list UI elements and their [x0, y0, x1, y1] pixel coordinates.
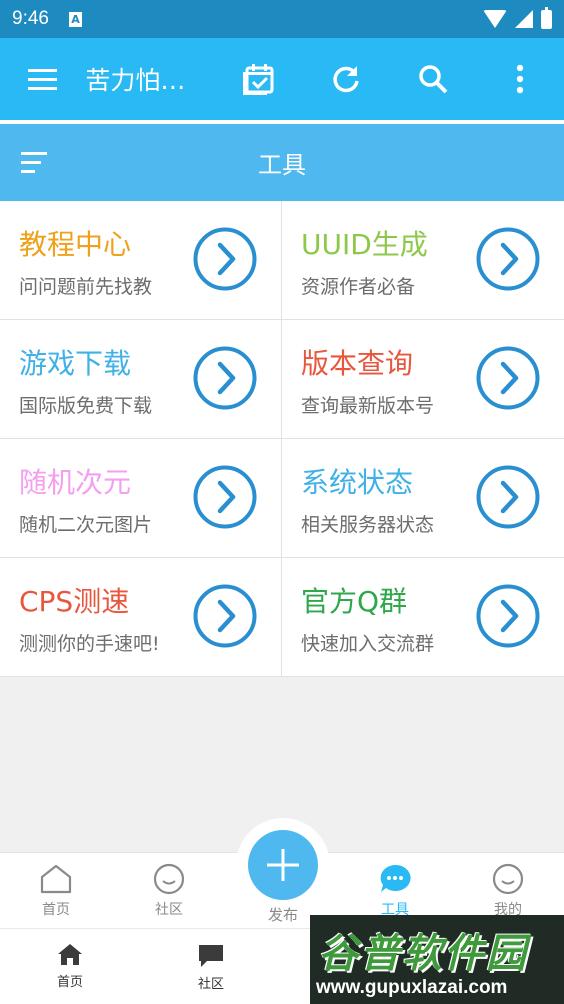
comment-filled-icon [199, 945, 223, 967]
tools-row: 游戏下载 国际版免费下载 版本查询 查询最新版本号 [0, 320, 564, 439]
more-options-button[interactable] [477, 38, 564, 120]
tool-card-uuid[interactable]: UUID生成 资源作者必备 [282, 201, 564, 319]
notification-icon: A [68, 11, 82, 27]
app-bar: 苦力怕… [0, 38, 564, 120]
nav-home[interactable]: 首页 [0, 853, 112, 929]
publish-button[interactable] [248, 830, 318, 900]
chevron-right-circle-icon[interactable] [193, 584, 257, 648]
tool-card-system-status[interactable]: 系统状态 相关服务器状态 [282, 439, 564, 557]
secondary-nav-home[interactable]: 首页 [0, 929, 140, 1004]
tool-title: 系统状态 [301, 466, 414, 499]
calendar-check-icon [243, 64, 274, 95]
status-time: 9:46 [12, 8, 49, 29]
refresh-button[interactable] [302, 38, 389, 120]
tool-card-official-qq-group[interactable]: 官方Q群 快速加入交流群 [282, 558, 564, 676]
menu-icon[interactable] [0, 38, 85, 120]
chevron-right-circle-icon[interactable] [193, 227, 257, 291]
profile-face-icon [492, 863, 524, 895]
tool-title: 随机次元 [19, 466, 132, 499]
tool-title: 官方Q群 [301, 585, 408, 618]
tools-grid: 教程中心 问问题前先找教 UUID生成 资源作者必备 游戏下载 国际版免费下载 … [0, 201, 564, 677]
chevron-right-circle-icon[interactable] [193, 346, 257, 410]
search-button[interactable] [389, 38, 476, 120]
tool-card-game-download[interactable]: 游戏下载 国际版免费下载 [0, 320, 282, 438]
tool-subtitle: 国际版免费下载 [19, 395, 153, 417]
chevron-right-circle-icon[interactable] [476, 227, 540, 291]
chat-bubble-icon [153, 863, 185, 895]
tool-subtitle: 问问题前先找教 [19, 276, 153, 298]
tools-chat-icon [380, 864, 411, 892]
tools-row: 教程中心 问问题前先找教 UUID生成 资源作者必备 [0, 201, 564, 320]
tool-subtitle: 快速加入交流群 [301, 633, 435, 655]
calendar-check-button[interactable] [214, 38, 301, 120]
refresh-icon [332, 66, 359, 93]
nav-home-label: 首页 [42, 902, 70, 918]
chevron-right-circle-icon[interactable] [476, 346, 540, 410]
tool-card-cps-test[interactable]: CPS测速 测测你的手速吧! [0, 558, 282, 676]
section-header: 工具 [0, 124, 564, 201]
tools-row: 随机次元 随机二次元图片 系统状态 相关服务器状态 [0, 439, 564, 558]
tool-title: 教程中心 [19, 228, 132, 261]
nav-community[interactable]: 社区 [113, 853, 225, 929]
sort-icon[interactable] [21, 152, 49, 174]
tool-card-tutorial[interactable]: 教程中心 问问题前先找教 [0, 201, 282, 319]
secondary-nav-home-label: 首页 [56, 975, 83, 990]
search-icon [419, 65, 448, 94]
chevron-right-circle-icon[interactable] [476, 584, 540, 648]
tool-title: UUID生成 [301, 228, 428, 261]
battery-icon [541, 6, 552, 29]
watermark-name: 谷普软件园 [318, 931, 528, 977]
home-filled-icon [58, 944, 82, 965]
secondary-nav-community[interactable]: 社区 [141, 929, 281, 1004]
tool-card-version-query[interactable]: 版本查询 查询最新版本号 [282, 320, 564, 438]
signal-icon [515, 10, 533, 28]
tool-subtitle: 随机二次元图片 [19, 514, 153, 536]
tool-title: 游戏下载 [19, 347, 132, 380]
chevron-right-circle-icon[interactable] [476, 465, 540, 529]
plus-icon [267, 849, 299, 881]
tool-subtitle: 相关服务器状态 [301, 514, 435, 536]
tool-title: 版本查询 [301, 347, 414, 380]
tool-subtitle: 测测你的手速吧! [19, 633, 160, 655]
tools-row: CPS测速 测测你的手速吧! 官方Q群 快速加入交流群 [0, 558, 564, 677]
wifi-icon [483, 10, 507, 28]
tool-subtitle: 资源作者必备 [301, 276, 416, 298]
status-bar: 9:46 A [0, 0, 564, 38]
tool-card-random-anime[interactable]: 随机次元 随机二次元图片 [0, 439, 282, 557]
more-vertical-icon [517, 64, 524, 94]
tool-subtitle: 查询最新版本号 [301, 395, 435, 417]
section-title: 工具 [258, 151, 306, 179]
watermark-url: www.gupuxlazai.com [316, 977, 508, 998]
watermark-logo: 谷普软件园 www.gupuxlazai.com [310, 915, 564, 1004]
home-icon [40, 864, 72, 894]
app-title: 苦力怕… [85, 66, 186, 95]
tool-title: CPS测速 [19, 585, 130, 618]
chevron-right-circle-icon[interactable] [193, 465, 257, 529]
nav-community-label: 社区 [155, 902, 183, 918]
secondary-nav-community-label: 社区 [197, 977, 224, 992]
